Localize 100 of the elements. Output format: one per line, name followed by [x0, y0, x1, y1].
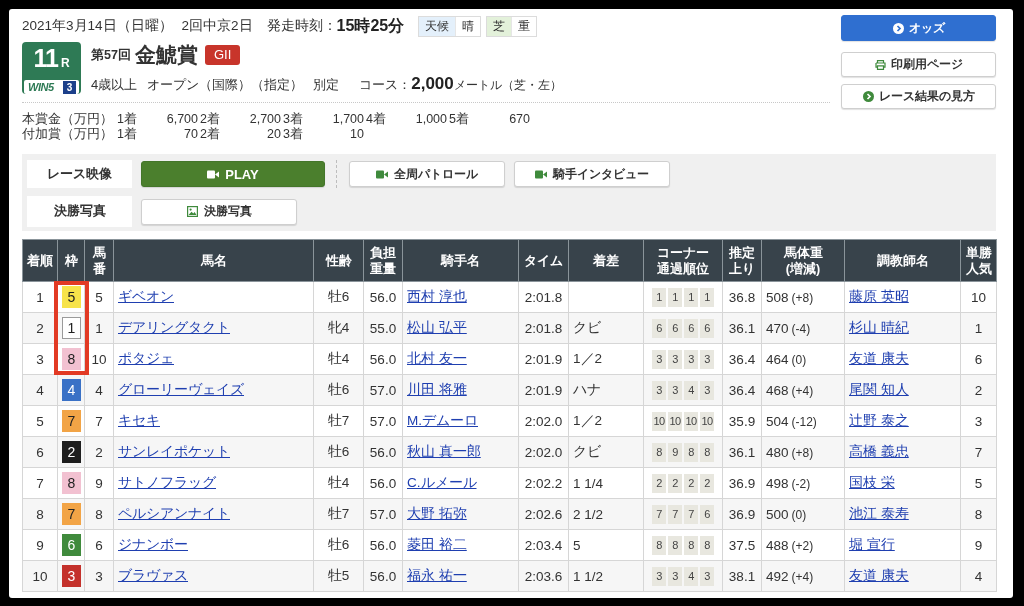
video-button[interactable]: 騎手インタビュー	[514, 161, 670, 187]
photo-button[interactable]: 決勝写真	[141, 198, 297, 225]
prize-label: 付加賞（万円）	[22, 127, 114, 142]
corner-position: 10	[700, 411, 714, 431]
corner-position: 3	[668, 349, 682, 369]
corner-position: 6	[668, 318, 682, 338]
corner-position: 1	[684, 287, 698, 307]
finish-time: 2:01.8	[518, 312, 569, 344]
race-condition: 別定	[313, 76, 340, 94]
bracket-number: 7	[62, 410, 81, 432]
corner-position: 7	[684, 504, 698, 524]
corner-position: 3	[700, 566, 714, 586]
corner-position: 2	[652, 473, 666, 493]
trainer-link[interactable]: 堀 宣行	[849, 537, 895, 552]
horse-number: 9	[84, 467, 114, 499]
horse-name-link[interactable]: ジナンボー	[118, 537, 188, 552]
carried-weight: 56.0	[363, 529, 403, 561]
race-date: 2021年3月14日（日曜）	[22, 17, 173, 35]
finish-time: 2:02.2	[518, 467, 569, 499]
video-button[interactable]: 全周パトロール	[349, 161, 505, 187]
printer-icon	[874, 59, 886, 70]
condition-badge: 天候 晴	[418, 15, 482, 37]
column-header: 枠	[57, 239, 85, 282]
corner-position: 6	[700, 318, 714, 338]
sex-age: 牡4	[313, 467, 364, 499]
trainer-link[interactable]: 国枝 栄	[849, 475, 895, 490]
finish-position: 5	[22, 405, 58, 437]
column-header: 騎手名	[402, 239, 519, 282]
bracket-number: 7	[62, 503, 81, 525]
sex-age: 牡6	[313, 281, 364, 313]
bracket-number: 5	[62, 286, 81, 308]
finish-position: 4	[22, 374, 58, 406]
finish-position: 9	[22, 529, 58, 561]
chevron-circle-icon	[862, 91, 874, 102]
horse-name-link[interactable]: ポタジェ	[118, 351, 174, 366]
finish-time: 2:02.6	[518, 498, 569, 530]
corner-position: 4	[684, 566, 698, 586]
finish-time: 2:02.0	[518, 436, 569, 468]
corner-position: 3	[700, 380, 714, 400]
sex-age: 牡7	[313, 405, 364, 437]
sex-age: 牡4	[313, 343, 364, 375]
prize-amount: 20	[266, 127, 281, 142]
finish-time: 2:03.6	[518, 560, 569, 592]
finish-time: 2:01.8	[518, 281, 569, 313]
body-weight: 468 (+4)	[761, 374, 845, 406]
start-time-label: 発走時刻：	[266, 17, 337, 35]
video-camera-icon	[535, 169, 547, 179]
horse-number: 7	[84, 405, 114, 437]
margin: クビ	[568, 436, 644, 468]
corner-position: 8	[700, 442, 714, 462]
odds-button[interactable]: オッズ	[841, 15, 996, 41]
prize-place: 2着	[200, 127, 221, 142]
finish-time: 2:02.0	[518, 405, 569, 437]
bracket-number: 6	[62, 534, 81, 556]
sex-age: 牡7	[313, 498, 364, 530]
corner-position: 6	[700, 504, 714, 524]
carried-weight: 57.0	[363, 405, 403, 437]
horse-name-link[interactable]: ブラヴァス	[118, 568, 188, 583]
play-button[interactable]: PLAY	[141, 161, 325, 187]
margin: 1 1/2	[568, 560, 644, 592]
corner-position: 3	[652, 566, 666, 586]
corner-position: 2	[668, 473, 682, 493]
prize-amount: 670	[508, 112, 530, 127]
race-condition: 4歳以上	[91, 76, 138, 94]
corner-position: 8	[652, 535, 666, 555]
corner-position: 1	[668, 287, 682, 307]
corner-position: 3	[684, 349, 698, 369]
prize-amount: 6,700	[165, 112, 198, 127]
prize-amount: 1,000	[414, 112, 447, 127]
last-3f-time: 35.9	[722, 405, 762, 437]
column-header: 馬名	[113, 239, 314, 282]
margin: クビ	[568, 312, 644, 344]
horse-name-link[interactable]: キセキ	[118, 413, 160, 428]
sex-age: 牡6	[313, 529, 364, 561]
corner-position: 2	[684, 473, 698, 493]
image-icon	[186, 206, 198, 217]
guide-button[interactable]: レース結果の見方	[841, 84, 996, 109]
win-popularity: 9	[960, 529, 997, 561]
finish-position: 8	[22, 498, 58, 530]
carried-weight: 56.0	[363, 467, 403, 499]
column-header: コーナー通過順位	[643, 239, 723, 282]
body-weight: 480 (+8)	[761, 436, 845, 468]
corner-position: 2	[700, 473, 714, 493]
bracket-number: 8	[62, 472, 81, 494]
prize-amount: 10	[349, 127, 364, 142]
section-label: レース映像	[27, 160, 132, 188]
horse-name-link[interactable]: ギベオン	[118, 289, 174, 304]
section-label: 決勝写真	[27, 196, 132, 227]
corner-position: 9	[668, 442, 682, 462]
margin: 2 1/2	[568, 498, 644, 530]
sex-age: 牡6	[313, 436, 364, 468]
corner-position: 6	[684, 318, 698, 338]
finish-time: 2:03.4	[518, 529, 569, 561]
prize-place: 2着	[200, 112, 221, 127]
column-header: 着順	[22, 239, 58, 282]
body-weight: 500 (0)	[761, 498, 845, 530]
last-3f-time: 37.5	[722, 529, 762, 561]
print-page-button[interactable]: 印刷用ページ	[841, 52, 996, 77]
win-popularity: 10	[960, 281, 997, 313]
bracket-number: 1	[62, 317, 81, 339]
